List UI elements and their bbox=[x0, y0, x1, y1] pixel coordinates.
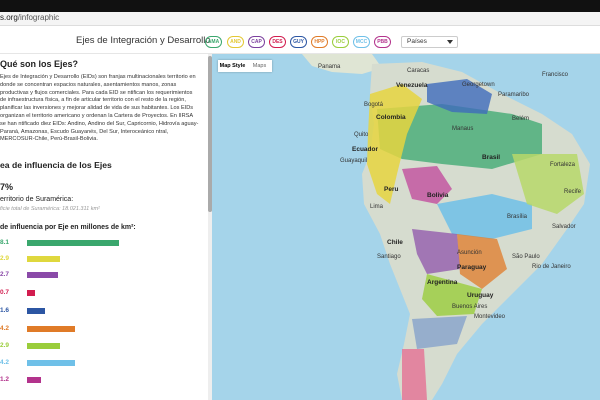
axis-chip-cap[interactable]: CAP bbox=[248, 36, 265, 48]
bar-value-label: 2.9 bbox=[0, 342, 10, 349]
axis-chip-ioc[interactable]: IOC bbox=[332, 36, 349, 48]
bar-value-label: 2.7 bbox=[0, 271, 10, 278]
map-label: Francisco bbox=[542, 72, 569, 78]
bar-value-label: 4.2 bbox=[0, 325, 10, 332]
url-host: s.org bbox=[0, 13, 18, 22]
map-label: São Paulo bbox=[512, 254, 540, 260]
info-panel: Qué son los Ejes? Ejes de Integración y … bbox=[0, 54, 208, 400]
screen: s.org/infographic Ejes de Integración y … bbox=[0, 0, 600, 400]
map-label: Venezuela bbox=[396, 82, 428, 89]
bar-value-label: 1.6 bbox=[0, 307, 10, 314]
axis-chip-hpp[interactable]: HPP bbox=[311, 36, 328, 48]
influence-bar bbox=[27, 240, 119, 246]
url-text[interactable]: s.org/infographic bbox=[0, 13, 59, 22]
map-label: Guayaquil bbox=[340, 158, 368, 164]
area-heading: ea de influencia de los Ejes bbox=[0, 160, 112, 170]
axis-chip-des[interactable]: DES bbox=[269, 36, 286, 48]
axis-chip-mcc[interactable]: MCC bbox=[353, 36, 370, 48]
map-label: Paramaribo bbox=[498, 92, 530, 98]
axis-chip-and[interactable]: AND bbox=[227, 36, 244, 48]
map-label: Lima bbox=[370, 204, 384, 210]
map-label: Ecuador bbox=[352, 146, 379, 153]
influence-bar-row: 1.6 bbox=[0, 307, 200, 315]
influence-bar-row: 4.2 bbox=[0, 359, 200, 367]
map-label: Argentina bbox=[427, 279, 458, 286]
map-label: Panama bbox=[318, 64, 341, 70]
section-paragraph: Ejes de Integración y Desarrollo (EIDs) … bbox=[0, 74, 199, 143]
chevron-down-icon bbox=[447, 40, 453, 44]
influence-heading: de influencia por Eje en millones de km²… bbox=[0, 224, 136, 231]
map-label: Salvador bbox=[552, 224, 576, 230]
map-label: Quito bbox=[354, 132, 369, 138]
map-label: Manaus bbox=[452, 126, 474, 132]
bar-value-label: 8.1 bbox=[0, 239, 10, 246]
map-label: Bogotá bbox=[364, 102, 384, 108]
map-label: Brasília bbox=[507, 214, 528, 220]
influence-bar bbox=[27, 377, 41, 383]
country-select[interactable]: Países bbox=[401, 36, 458, 48]
map-view[interactable]: Panama Caracas Venezuela Georgetown Paramari… bbox=[212, 54, 600, 400]
axis-chip-pbb[interactable]: PBB bbox=[374, 36, 391, 48]
territory-label: erritorio de Suramérica: bbox=[0, 196, 74, 203]
url-path: /infographic bbox=[17, 13, 60, 22]
bar-value-label: 1.2 bbox=[0, 376, 10, 383]
influence-bar bbox=[27, 343, 60, 349]
map-label: Caracas bbox=[407, 68, 430, 74]
map-label: Chile bbox=[387, 239, 403, 246]
influence-bar bbox=[27, 272, 58, 278]
influence-bar bbox=[27, 290, 35, 296]
map-label: Bolivia bbox=[427, 192, 449, 199]
influence-bar-row: 0.7 bbox=[0, 289, 200, 297]
map-label: Buenos Aires bbox=[452, 304, 488, 310]
bar-value-label: 2.9 bbox=[0, 255, 10, 262]
influence-bar bbox=[27, 256, 60, 262]
map-label: Georgetown bbox=[462, 82, 495, 88]
browser-url-bar[interactable]: s.org/infographic bbox=[0, 12, 600, 26]
bar-value-label: 0.7 bbox=[0, 289, 10, 296]
map-label: Paraguay bbox=[457, 264, 487, 271]
map-label: Rio de Janeiro bbox=[532, 264, 571, 270]
page-title: Ejes de Integración y Desarrollo bbox=[76, 35, 211, 46]
map-label: Belém bbox=[512, 116, 530, 122]
browser-top-bar bbox=[0, 0, 600, 12]
influence-bar bbox=[27, 326, 75, 332]
map-style-tab[interactable]: Map Style bbox=[218, 60, 247, 72]
maps-tab[interactable]: Maps bbox=[247, 60, 272, 72]
map-type-tabs: Map Style Maps bbox=[218, 60, 272, 72]
map-label: Asunción bbox=[457, 250, 482, 256]
map-label: Peru bbox=[384, 186, 399, 193]
axis-chip-ama[interactable]: AMA bbox=[205, 36, 222, 48]
territory-percent: 7% bbox=[0, 182, 14, 192]
surface-note: ficie total de Suramérica: 18.021.311 km… bbox=[0, 206, 100, 212]
axis-andino-sur bbox=[402, 349, 427, 400]
map-label: Fortaleza bbox=[550, 162, 576, 168]
country-select-value: Países bbox=[407, 38, 427, 45]
map-label: Santiago bbox=[377, 254, 401, 260]
influence-bar-row: 4.2 bbox=[0, 325, 200, 333]
map-label: Uruguay bbox=[467, 292, 494, 299]
influence-bar-row: 8.1 bbox=[0, 239, 200, 247]
influence-bar-row: 2.7 bbox=[0, 271, 200, 279]
map-label: Montevideo bbox=[474, 314, 506, 320]
influence-bar-row: 2.9 bbox=[0, 342, 200, 350]
influence-bar-row: 2.9 bbox=[0, 255, 200, 263]
bar-value-label: 4.2 bbox=[0, 359, 10, 366]
influence-bar bbox=[27, 360, 75, 366]
map-label: Colombia bbox=[376, 114, 406, 121]
map-label: Recife bbox=[564, 189, 582, 195]
influence-bar bbox=[27, 308, 45, 314]
section-heading: Qué son los Ejes? bbox=[0, 59, 79, 69]
influence-bar-row: 1.2 bbox=[0, 376, 200, 384]
map-canvas[interactable] bbox=[212, 54, 600, 400]
axis-chip-guy[interactable]: GUY bbox=[290, 36, 307, 48]
page-header: Ejes de Integración y Desarrollo AMA AND C… bbox=[0, 26, 600, 54]
map-label: Brasil bbox=[482, 154, 501, 161]
